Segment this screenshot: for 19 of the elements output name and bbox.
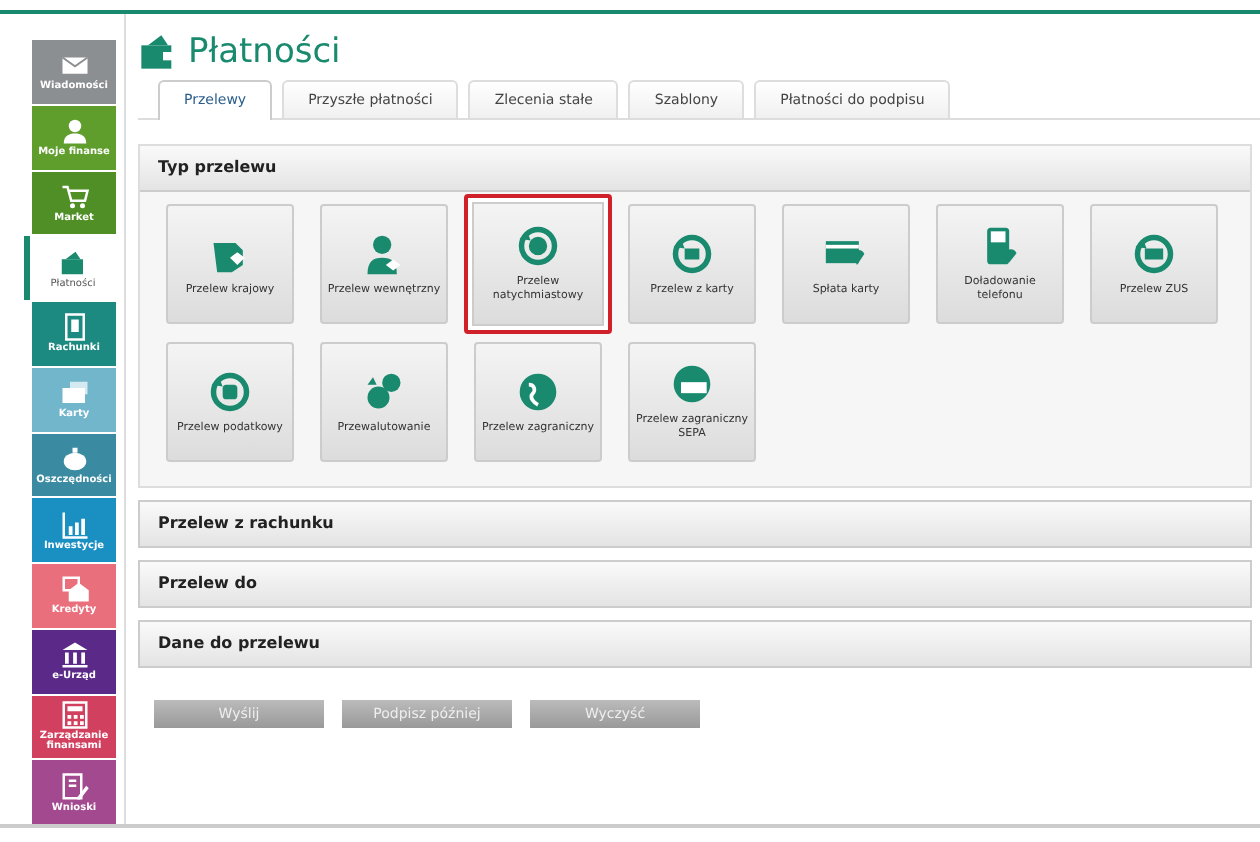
section-header[interactable]: Przelew z rachunku — [138, 500, 1252, 548]
document-icon — [59, 312, 89, 343]
house-icon — [59, 574, 89, 605]
piggy-bank-icon — [59, 443, 89, 474]
section-header[interactable]: Typ przelewu — [140, 146, 1250, 192]
card-icon — [59, 378, 89, 409]
coins-icon — [362, 369, 406, 413]
chart-icon — [59, 509, 89, 540]
bank-icon — [59, 640, 89, 671]
document-pen-icon — [59, 771, 89, 802]
section-header[interactable]: Dane do przelewu — [138, 620, 1252, 668]
calculator-icon — [59, 700, 89, 731]
cart-icon — [59, 181, 89, 212]
page-title: Płatności — [188, 32, 341, 72]
wallet-icon — [58, 247, 88, 278]
person-icon — [362, 231, 406, 275]
person-icon — [59, 116, 89, 147]
wallet-icon — [138, 32, 178, 72]
section-header[interactable]: Przelew do — [138, 560, 1252, 608]
